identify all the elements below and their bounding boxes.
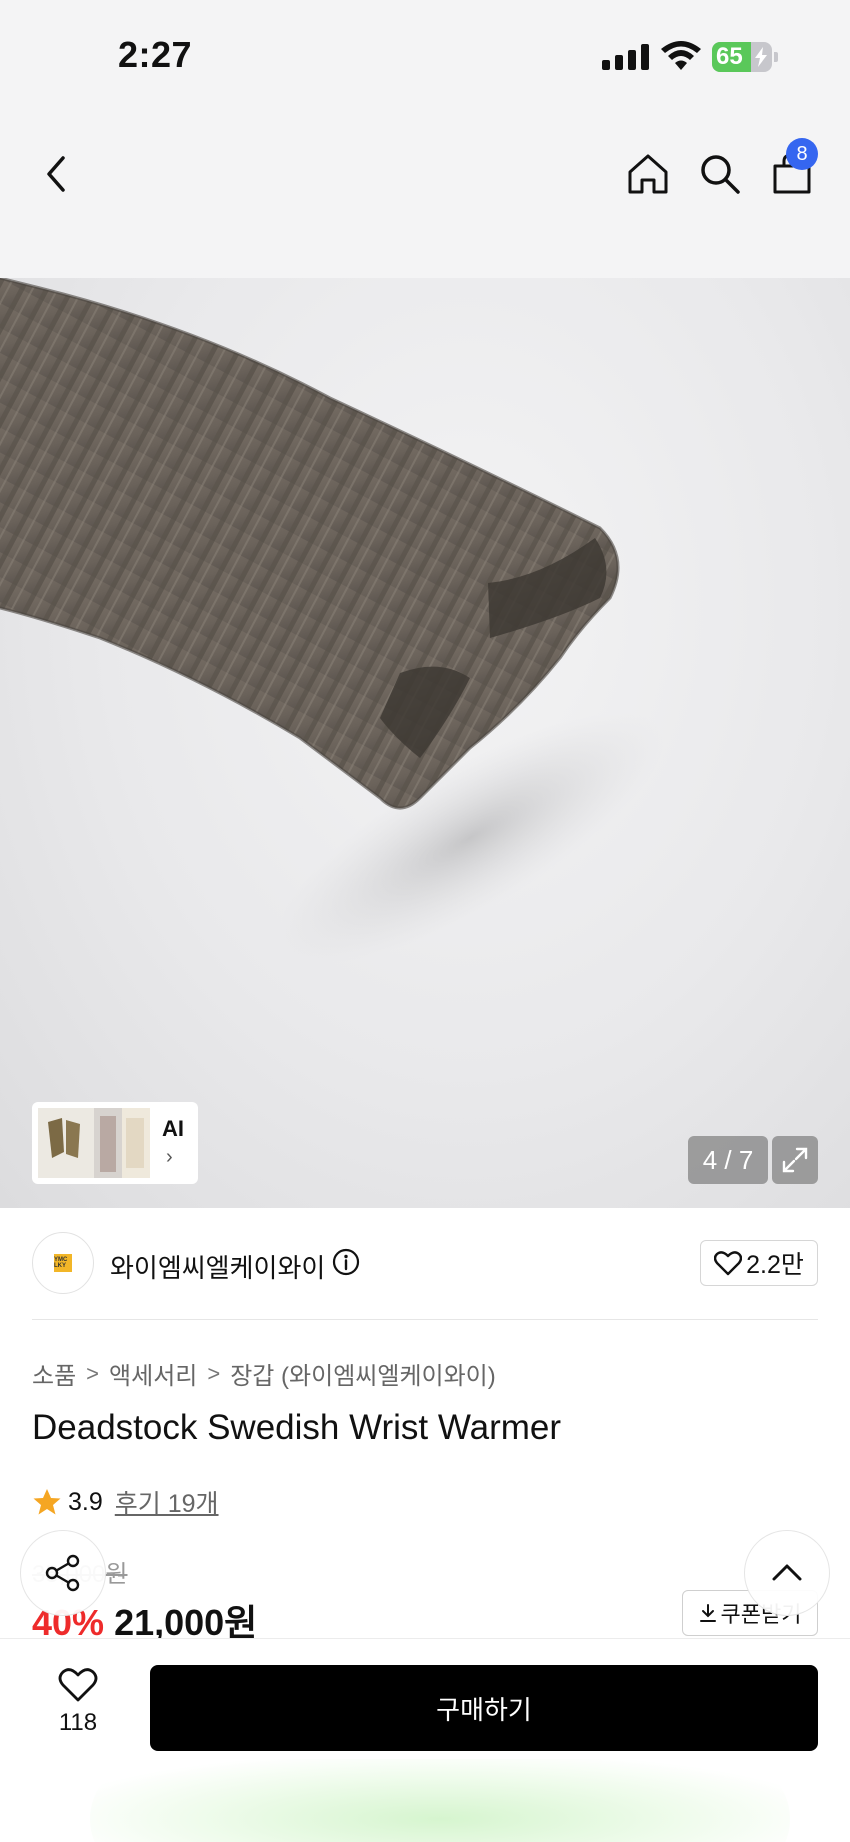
- home-button[interactable]: [622, 144, 674, 204]
- thumbnail-images: [38, 1108, 150, 1178]
- image-page-counter: 4 / 7: [688, 1136, 768, 1184]
- brand-row: YMC LKY 와이엠씨엘케이와이 2.2만: [0, 1208, 850, 1320]
- brand-name[interactable]: 와이엠씨엘케이와이: [110, 1248, 325, 1285]
- heart-icon: [58, 1668, 98, 1702]
- chevron-right-icon: ›: [166, 1146, 173, 1168]
- chevron-left-icon: [47, 156, 65, 192]
- rating-value: 3.9: [68, 1487, 103, 1516]
- home-icon: [628, 154, 668, 194]
- charging-bolt-icon: [755, 47, 767, 67]
- review-count-link[interactable]: 후기 19개: [115, 1484, 219, 1520]
- battery-tip: [774, 52, 778, 62]
- breadcrumb-item[interactable]: 소품: [32, 1356, 76, 1391]
- battery-icon: 65: [712, 42, 772, 72]
- breadcrumb-item[interactable]: 액세서리: [109, 1356, 197, 1391]
- signal-icon: [602, 44, 649, 70]
- scroll-to-top-button[interactable]: [744, 1530, 830, 1616]
- wifi-icon: [661, 41, 701, 70]
- product-image-wrist-warmer: [0, 278, 664, 964]
- product-detail-page: 2:27 65 8 AI › 4 / 7 YMC LKY 와이엠씨엘케이와이 2…: [0, 0, 850, 1842]
- info-icon[interactable]: [332, 1248, 360, 1276]
- cart-count-badge: 8: [786, 138, 818, 170]
- expand-icon: [782, 1147, 808, 1173]
- heart-icon: [714, 1251, 743, 1276]
- brand-like-button[interactable]: 2.2만: [700, 1240, 818, 1286]
- ai-label: AI: [162, 1116, 184, 1141]
- wish-count: 118: [58, 1709, 98, 1736]
- brand-like-count: 2.2만: [746, 1251, 804, 1279]
- share-icon: [45, 1554, 80, 1592]
- status-bar: 2:27 65: [0, 0, 850, 110]
- share-button[interactable]: [20, 1530, 106, 1616]
- expand-image-button[interactable]: [772, 1136, 818, 1184]
- buy-button[interactable]: 구매하기: [150, 1665, 818, 1751]
- search-icon: [701, 155, 740, 194]
- product-title: Deadstock Swedish Wrist Warmer: [32, 1408, 562, 1447]
- wishlist-button[interactable]: 118: [40, 1667, 116, 1757]
- chevron-right-icon: >: [86, 1360, 100, 1386]
- top-navigation-bar: 8: [0, 110, 850, 278]
- ai-similar-products-card[interactable]: AI ›: [32, 1102, 198, 1184]
- bottom-glow: [90, 1759, 790, 1842]
- divider: [32, 1319, 818, 1320]
- product-image-gallery[interactable]: AI › 4 / 7: [0, 278, 850, 1208]
- battery-percent: 65: [716, 43, 743, 70]
- rating-row: 3.9 후기 19개: [32, 1484, 219, 1520]
- chevron-right-icon: >: [207, 1360, 221, 1386]
- download-icon: [699, 1604, 716, 1622]
- back-button[interactable]: [30, 144, 82, 204]
- bottom-purchase-bar: 118 구매하기: [0, 1638, 850, 1842]
- star-icon: [33, 1489, 61, 1515]
- breadcrumb: 소품 > 액세서리 > 장갑 (와이엠씨엘케이와이): [32, 1356, 496, 1391]
- brand-logo-mark: YMC LKY: [54, 1254, 72, 1272]
- brand-logo[interactable]: YMC LKY: [32, 1232, 94, 1294]
- status-time: 2:27: [118, 34, 193, 75]
- similar-product-thumbnails: [38, 1108, 150, 1178]
- search-button[interactable]: [694, 144, 746, 204]
- breadcrumb-item[interactable]: 장갑 (와이엠씨엘케이와이): [230, 1356, 496, 1391]
- chevron-up-icon: [772, 1564, 802, 1581]
